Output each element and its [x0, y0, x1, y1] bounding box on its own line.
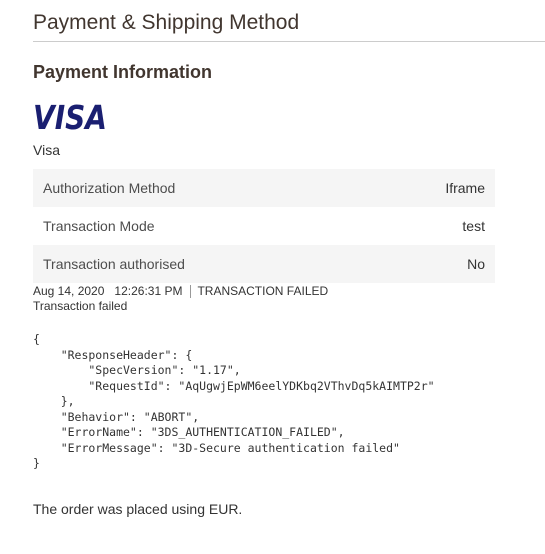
payment-method-name: Visa — [33, 142, 60, 158]
transaction-history-line: Aug 14, 2020 12:26:31 PM TRANSACTION FAIL… — [33, 284, 329, 299]
table-row: Transaction Mode test — [33, 207, 495, 245]
detail-label: Authorization Method — [33, 169, 371, 207]
detail-label: Transaction Mode — [43, 218, 155, 234]
table-row: Authorization Method Iframe — [33, 169, 495, 207]
transaction-note: Transaction failed — [33, 299, 128, 313]
payment-details-table: Authorization Method Iframe Transaction … — [33, 169, 495, 283]
separator — [190, 285, 192, 299]
currency-note: The order was placed using EUR. — [33, 501, 243, 517]
visa-logo-icon: VISA — [33, 98, 107, 132]
section-title: Payment & Shipping Method — [33, 9, 545, 42]
detail-value: Iframe — [370, 169, 495, 207]
detail-value: No — [370, 245, 495, 283]
detail-value: test — [462, 218, 485, 234]
transaction-status: TRANSACTION FAILED — [197, 284, 329, 298]
transaction-date: Aug 14, 2020 — [33, 284, 105, 298]
detail-label: Transaction authorised — [33, 245, 371, 283]
payment-information-title: Payment Information — [33, 62, 213, 82]
svg-text:VISA: VISA — [33, 98, 107, 132]
table-row: Transaction authorised No — [33, 245, 495, 283]
response-json: { "ResponseHeader": { "SpecVersion": "1.… — [33, 332, 435, 470]
transaction-time: 12:26:31 PM — [114, 284, 183, 298]
